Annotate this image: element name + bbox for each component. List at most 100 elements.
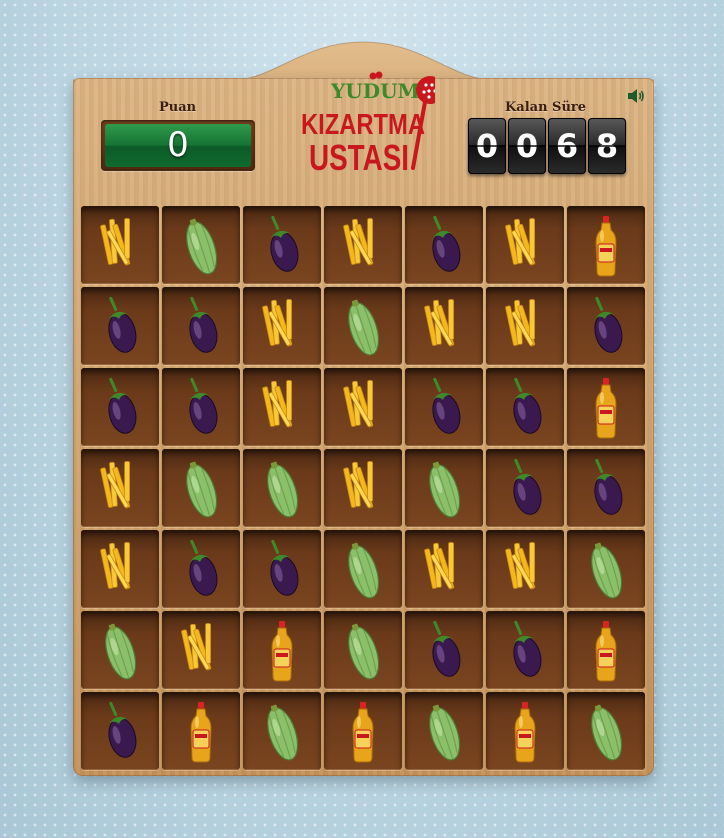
grid-cell[interactable] (243, 692, 321, 770)
fries-icon (343, 218, 374, 266)
eggplant-icon (513, 458, 542, 515)
eggplant-icon (432, 215, 461, 272)
fries-icon (181, 623, 212, 671)
brand-text: YUDUM (330, 79, 420, 103)
zucchini-icon (267, 704, 299, 761)
grid-cell[interactable] (405, 449, 483, 527)
score-value: 0 (105, 124, 251, 167)
svg-text:USTASI: USTASI (309, 137, 409, 178)
timer-display: 0 0 6 8 (468, 118, 628, 174)
grid-cell[interactable] (486, 449, 564, 527)
timer-digit: 0 (508, 118, 546, 174)
grid-cell[interactable] (405, 368, 483, 446)
grid-cell[interactable] (324, 611, 402, 689)
game-logo: YUDUM KIZARTMA USTASI (295, 68, 444, 178)
grid-cell[interactable] (324, 287, 402, 365)
grid-cell[interactable] (243, 530, 321, 608)
grid-cell[interactable] (486, 692, 564, 770)
grid-cell[interactable] (567, 449, 645, 527)
grid-cell[interactable] (324, 449, 402, 527)
eggplant-icon (108, 701, 137, 758)
zucchini-icon (429, 704, 461, 761)
fries-icon (100, 218, 131, 266)
oil-icon (595, 216, 617, 277)
grid-cell[interactable] (81, 449, 159, 527)
game-board: Puan 0 YUDUM KIZARTMA USTASI Kalan Süre … (73, 40, 654, 776)
fries-icon (343, 461, 374, 509)
fries-icon (424, 299, 455, 347)
grid-cell[interactable] (243, 287, 321, 365)
grid-cell[interactable] (486, 287, 564, 365)
grid-cell[interactable] (81, 368, 159, 446)
eggplant-icon (108, 377, 137, 434)
grid-cell[interactable] (486, 611, 564, 689)
fries-icon (505, 218, 536, 266)
grid-cell[interactable] (567, 206, 645, 284)
grid-cell[interactable] (405, 206, 483, 284)
eggplant-icon (189, 539, 218, 596)
grid-cell[interactable] (162, 287, 240, 365)
grid-cell[interactable] (486, 530, 564, 608)
zucchini-icon (186, 461, 218, 518)
eggplant-icon (513, 620, 542, 677)
grid-cell[interactable] (405, 692, 483, 770)
speaker-icon[interactable] (627, 88, 645, 104)
eggplant-icon (270, 215, 299, 272)
grid-cell[interactable] (81, 530, 159, 608)
grid-cell[interactable] (405, 611, 483, 689)
grid-cell[interactable] (243, 206, 321, 284)
timer-digit: 6 (548, 118, 586, 174)
grid-cell[interactable] (243, 449, 321, 527)
grid-cell[interactable] (162, 611, 240, 689)
grid-cell[interactable] (324, 692, 402, 770)
grid-cell[interactable] (81, 692, 159, 770)
grid-cell[interactable] (405, 530, 483, 608)
grid-cell[interactable] (162, 449, 240, 527)
grid-cell[interactable] (567, 611, 645, 689)
fries-icon (100, 461, 131, 509)
oil-icon (352, 702, 374, 763)
eggplant-icon (189, 377, 218, 434)
grid-cell[interactable] (162, 206, 240, 284)
eggplant-icon (594, 458, 623, 515)
eggplant-icon (270, 539, 299, 596)
oil-icon (595, 621, 617, 682)
fries-icon (262, 380, 293, 428)
eggplant-icon (594, 296, 623, 353)
grid-cell[interactable] (162, 692, 240, 770)
grid-cell[interactable] (567, 530, 645, 608)
grid-cell[interactable] (162, 368, 240, 446)
grid-cell[interactable] (567, 287, 645, 365)
timer-digit: 0 (468, 118, 506, 174)
grid-cell[interactable] (324, 368, 402, 446)
grid-cell[interactable] (81, 206, 159, 284)
eggplant-icon (432, 377, 461, 434)
score-label: Puan (159, 100, 197, 115)
oil-icon (271, 621, 293, 682)
grid-cell[interactable] (567, 368, 645, 446)
grid-cell[interactable] (324, 530, 402, 608)
grid-cell[interactable] (567, 692, 645, 770)
game-grid (81, 206, 646, 774)
grid-cell[interactable] (486, 368, 564, 446)
grid-cell[interactable] (486, 206, 564, 284)
grid-cell[interactable] (81, 287, 159, 365)
zucchini-icon (429, 461, 461, 518)
grid-cell[interactable] (243, 368, 321, 446)
fries-icon (505, 542, 536, 590)
eggplant-icon (513, 377, 542, 434)
fries-icon (424, 542, 455, 590)
oil-icon (190, 702, 212, 763)
fries-icon (100, 542, 131, 590)
timer-digit: 8 (588, 118, 626, 174)
eggplant-icon (432, 620, 461, 677)
grid-cell[interactable] (162, 530, 240, 608)
grid-cell[interactable] (243, 611, 321, 689)
score-display: 0 (101, 120, 255, 171)
eggplant-icon (189, 296, 218, 353)
grid-cell[interactable] (324, 206, 402, 284)
zucchini-icon (267, 461, 299, 518)
grid-cell[interactable] (405, 287, 483, 365)
zucchini-icon (591, 542, 623, 599)
grid-cell[interactable] (81, 611, 159, 689)
